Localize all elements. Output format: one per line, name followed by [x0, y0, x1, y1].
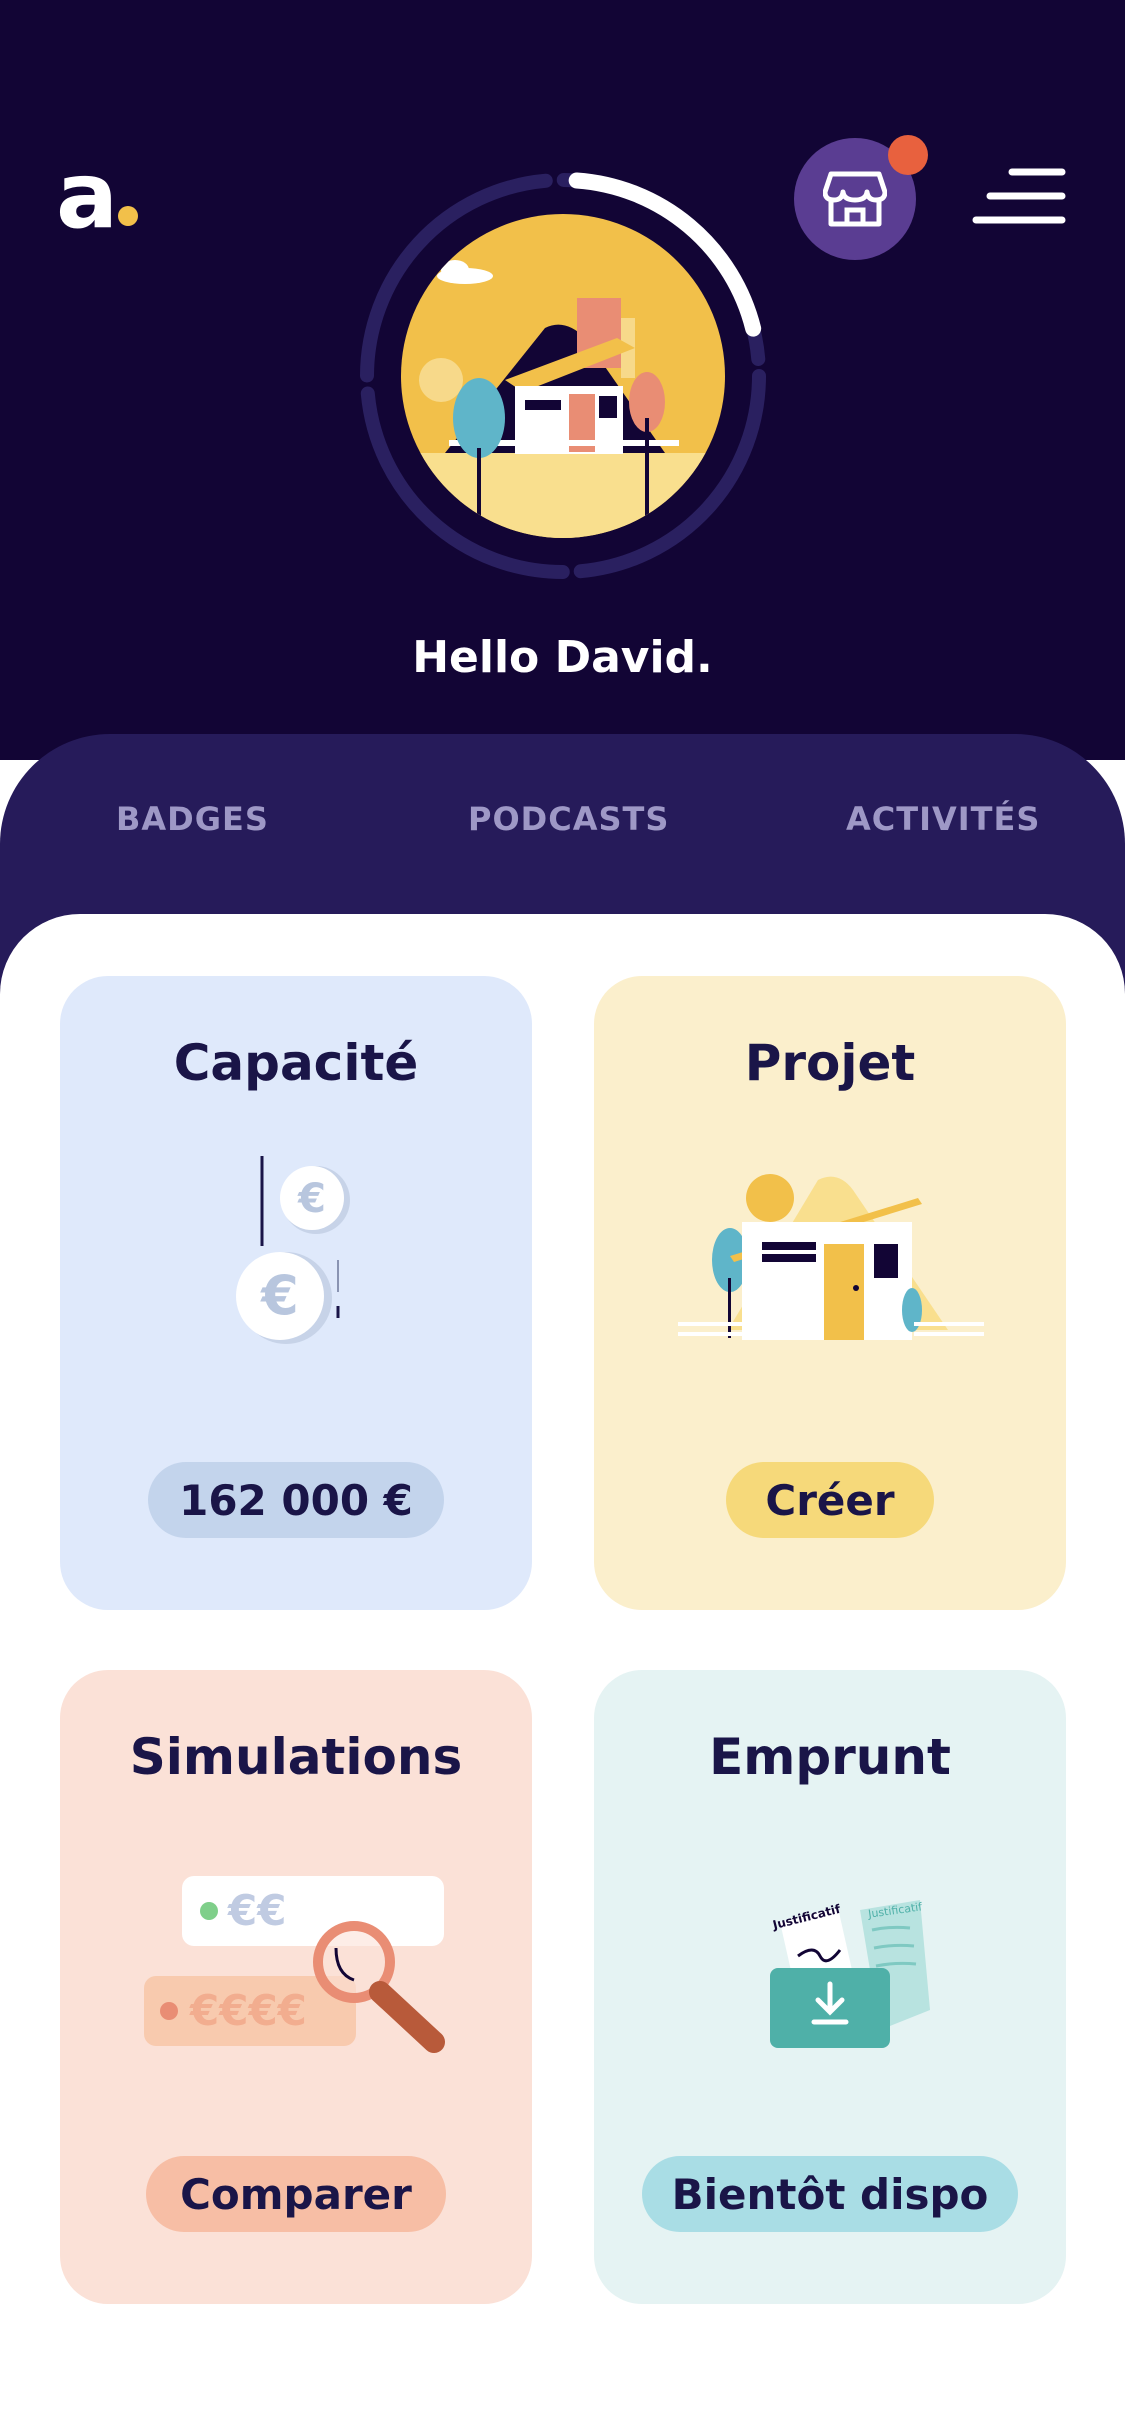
logo-dot [118, 206, 138, 226]
card-capacite[interactable]: Capacité € € 162 000 € [60, 976, 532, 1610]
coming-soon-button[interactable]: Bientôt dispo [642, 2156, 1018, 2232]
card-emprunt[interactable]: Emprunt Justificatif Justificatif Bientô… [594, 1670, 1066, 2304]
card-simulations[interactable]: Simulations €€ €€€€ Comparer [60, 1670, 532, 2304]
capacity-value[interactable]: 162 000 € [148, 1462, 444, 1538]
svg-text:€: € [297, 1176, 326, 1222]
store-icon [823, 171, 887, 227]
tab-activites[interactable]: ACTIVITÉS [846, 800, 1040, 838]
tab-podcasts[interactable]: PODCASTS [468, 800, 669, 838]
card-title: Capacité [173, 1034, 419, 1092]
status-dot [200, 1902, 218, 1920]
card-projet[interactable]: Projet Créer [594, 976, 1066, 1610]
magnifier-icon [313, 1921, 445, 2053]
progress-ring [360, 172, 766, 579]
app-logo[interactable]: a [56, 150, 118, 242]
card-title: Simulations [129, 1728, 463, 1786]
house-illustration [678, 1174, 984, 1340]
house-avatar-illustration [401, 214, 725, 538]
coins-illustration: € € [236, 1156, 350, 1344]
svg-text:€: € [259, 1264, 299, 1327]
card-title: Projet [744, 1034, 916, 1092]
hamburger-menu-icon [972, 168, 1066, 224]
status-dot [160, 2002, 178, 2020]
menu-button[interactable] [972, 166, 1066, 228]
tab-badges[interactable]: BADGES [116, 800, 269, 838]
notification-dot [888, 135, 928, 175]
price-level-small: €€ [228, 1886, 287, 1935]
price-level-large: €€€€ [190, 1986, 307, 2035]
compare-button[interactable]: Comparer [146, 2156, 446, 2232]
card-title: Emprunt [709, 1728, 951, 1786]
create-button[interactable]: Créer [726, 1462, 934, 1538]
greeting: Hello David. [412, 632, 713, 683]
